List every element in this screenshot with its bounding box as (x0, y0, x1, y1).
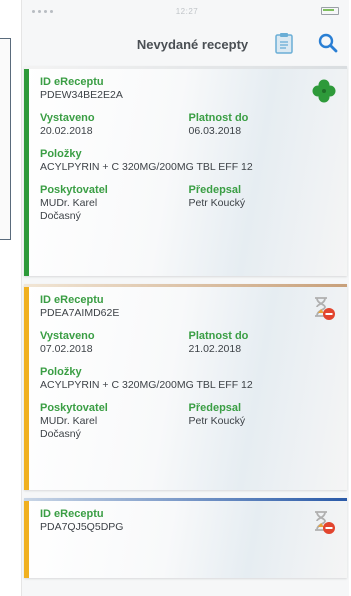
valid-label: Platnost do (188, 330, 249, 342)
card-accent-bar (24, 498, 29, 578)
hourglass-icon (311, 296, 337, 322)
page-title: Nevydané recepty (136, 36, 249, 52)
prescription-card[interactable]: ID eReceptu PDA7QJ5Q5DPG (24, 498, 347, 578)
id-label: ID eReceptu (40, 508, 104, 520)
id-label: ID eReceptu (40, 76, 104, 88)
signal-icon (32, 9, 53, 13)
page: 12:27 Nevydané recepty ID eReceptu PDEW3… (0, 0, 351, 596)
status-bar: 12:27 (22, 0, 349, 22)
valid-value: 21.02.2018 (188, 343, 242, 355)
prescription-card[interactable]: ID eReceptu PDEW34BE2E2A Vystaveno 20.02… (24, 66, 347, 276)
valid-label: Platnost do (188, 112, 249, 124)
search-icon[interactable] (315, 30, 341, 56)
prescriber-value: Petr Koucký (188, 415, 246, 427)
id-value: PDEW34BE2E2A (40, 89, 123, 101)
clipboard-icon[interactable] (271, 30, 297, 56)
items-label: Položky (40, 148, 82, 160)
id-value: PDEA7AIMD62E (40, 307, 120, 319)
nav-bar: Nevydané recepty (22, 22, 349, 66)
background-window-edge (0, 38, 11, 240)
issued-label: Vystaveno (40, 330, 95, 342)
provider-value: MUDr. Karel Dočasný (40, 197, 98, 222)
valid-value: 06.03.2018 (188, 125, 242, 137)
prescription-card[interactable]: ID eReceptu PDEA7AIMD62E Vystaveno 07.02… (24, 284, 347, 490)
provider-label: Poskytovatel (40, 402, 108, 414)
issued-value: 20.02.2018 (40, 125, 93, 137)
issued-label: Vystaveno (40, 112, 95, 124)
card-accent-bar (24, 284, 29, 490)
clock: 12:27 (175, 6, 199, 16)
issued-value: 07.02.2018 (40, 343, 93, 355)
card-top-line (24, 284, 347, 287)
card-accent-bar (24, 66, 29, 276)
prescriber-label: Předepsal (188, 402, 242, 414)
items-value: ACYLPYRIN + C 320MG/200MG TBL EFF 12 (40, 379, 253, 391)
provider-value: MUDr. Karel Dočasný (40, 415, 98, 440)
items-value: ACYLPYRIN + C 320MG/200MG TBL EFF 12 (40, 161, 253, 173)
id-value: PDA7QJ5Q5DPG (40, 521, 124, 533)
prescriber-label: Předepsal (188, 184, 242, 196)
provider-label: Poskytovatel (40, 184, 108, 196)
card-top-line (24, 498, 347, 501)
id-label: ID eReceptu (40, 294, 104, 306)
prescription-list: ID eReceptu PDEW34BE2E2A Vystaveno 20.02… (22, 66, 349, 578)
phone-screen: 12:27 Nevydané recepty ID eReceptu PDEW3… (21, 0, 349, 596)
hourglass-icon (311, 510, 337, 536)
card-top-line (24, 66, 347, 69)
prescriber-value: Petr Koucký (188, 197, 246, 209)
items-label: Položky (40, 366, 82, 378)
clover-icon (311, 78, 337, 104)
battery-icon (321, 7, 339, 15)
